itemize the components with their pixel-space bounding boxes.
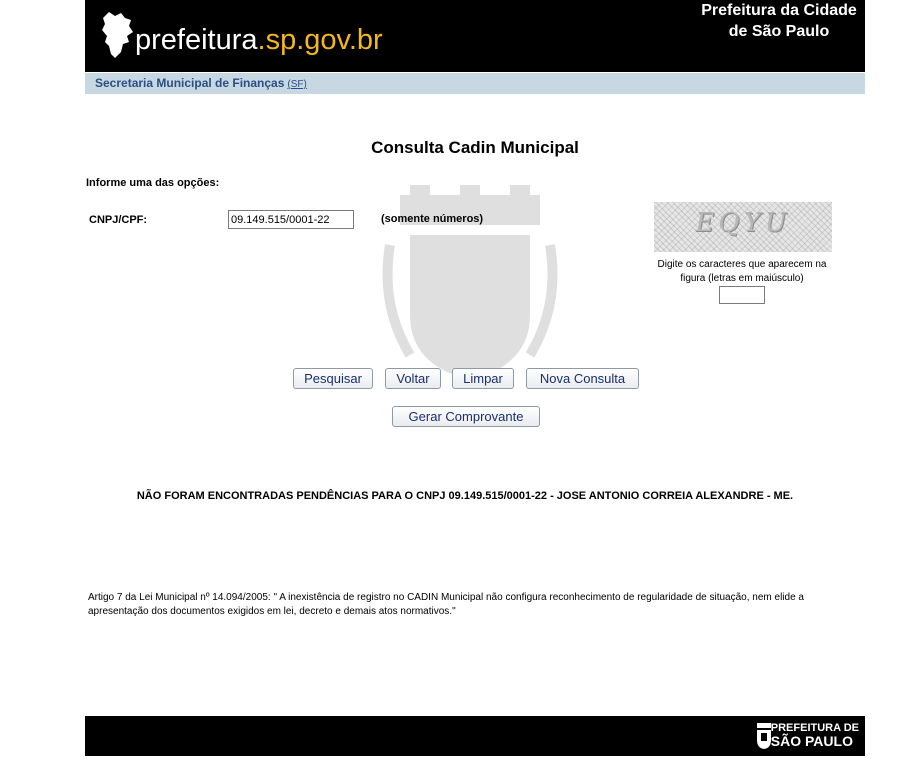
limpar-button[interactable]: Limpar — [452, 368, 514, 389]
legal-note: Artigo 7 da Lei Municipal nº 14.094/2005… — [88, 592, 804, 617]
form-instructions: Informe uma das opções: — [86, 177, 220, 189]
city-title: Prefeitura da Cidade de São Paulo — [701, 2, 857, 40]
gerar-comprovante-button[interactable]: Gerar Comprovante — [392, 406, 540, 427]
site-footer: PREFEITURA DE SÃO PAULO — [85, 716, 865, 756]
nova-consulta-button[interactable]: Nova Consulta — [526, 368, 639, 389]
department-abbr-link[interactable]: (SF) — [287, 79, 306, 90]
page-title: Consulta Cadin Municipal — [371, 138, 579, 157]
department-name: Secretaria Municipal de Finanças (SF) — [95, 76, 307, 90]
cnpj-input[interactable] — [228, 210, 354, 229]
footer-logo-line2: SÃO PAULO — [770, 733, 853, 749]
site-logo[interactable]: prefeitura.sp.gov.br — [135, 22, 383, 58]
cnpj-label: CNPJ/CPF: — [89, 214, 148, 226]
footer-logo[interactable]: PREFEITURA DE SÃO PAULO — [771, 722, 859, 748]
voltar-button[interactable]: Voltar — [385, 368, 441, 389]
captcha-input[interactable] — [719, 286, 765, 304]
department-label: Secretaria Municipal de Finanças — [95, 76, 285, 90]
department-bar: Secretaria Municipal de Finanças (SF) — [85, 73, 865, 94]
captcha-caption: Digite os caracteres que aparecem na fig… — [657, 259, 827, 284]
captcha-text: EQYU — [695, 208, 791, 238]
site-header: prefeitura.sp.gov.br Prefeitura da Cidad… — [85, 0, 865, 72]
cnpj-hint: (somente números) — [381, 213, 484, 225]
result-message: NÃO FORAM ENCONTRADAS PENDÊNCIAS PARA O … — [136, 490, 794, 502]
logo-prefix: prefeitura — [135, 24, 258, 56]
captcha-image: EQYU — [654, 202, 832, 252]
sao-paulo-map-icon — [102, 12, 133, 58]
logo-suffix: .sp.gov.br — [257, 24, 383, 56]
pesquisar-button[interactable]: Pesquisar — [293, 368, 373, 389]
